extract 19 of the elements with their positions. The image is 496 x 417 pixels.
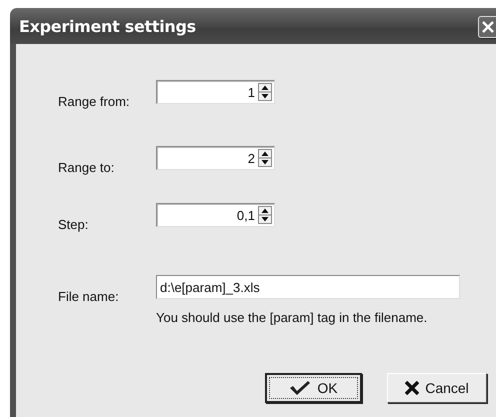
field-label: File name: [58,289,120,304]
hint-text: You should use the [param] tag in the filename. [156,310,428,325]
spin-arrows-icon[interactable] [258,83,272,101]
file-name-field[interactable]: d:\e[param]_3.xls [156,275,460,299]
ok-button[interactable]: OK [265,373,362,403]
cross-icon [405,381,420,395]
close-button[interactable] [478,16,496,38]
checkmark-icon [289,380,312,396]
spin-arrows-icon[interactable] [258,149,272,167]
field-label: Step: [58,217,90,232]
close-icon [482,21,494,33]
spin-field[interactable]: 2 [156,146,275,170]
field-label: Range from: [58,94,131,109]
cancel-button[interactable]: Cancel [387,373,487,403]
spin-field[interactable]: 0,1 [156,203,275,227]
spin-arrows-icon[interactable] [258,206,272,224]
field-label: Range to: [58,160,116,175]
spin-field[interactable]: 1 [156,80,275,104]
window-title: Experiment settings [18,16,196,36]
